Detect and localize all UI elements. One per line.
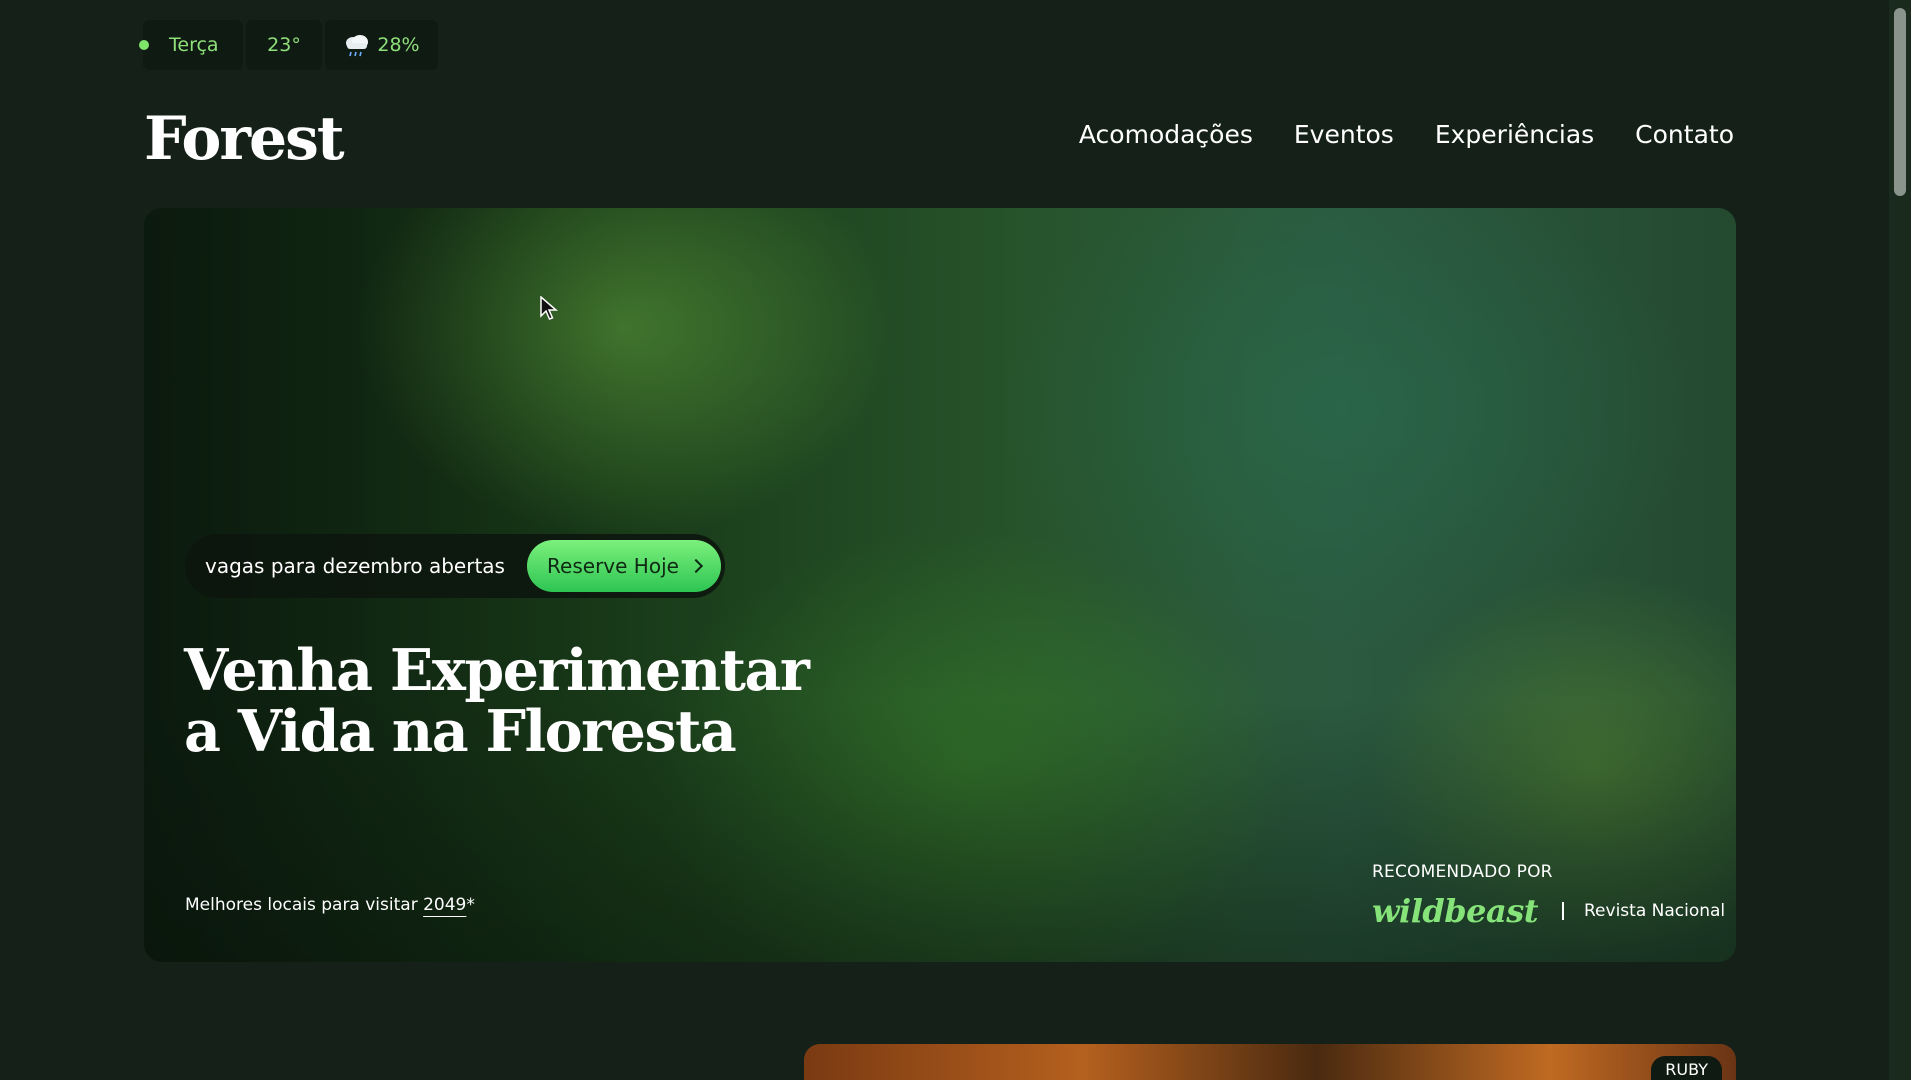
scrollbar[interactable] (1889, 0, 1911, 1080)
nav-item-contato[interactable]: Contato (1635, 120, 1734, 149)
ruby-card[interactable]: RUBY (804, 1044, 1736, 1080)
temperature-label: 23° (267, 34, 301, 56)
best-places-year-link[interactable]: 2049 (423, 895, 466, 915)
recommended-brands: wildbeast Revista Nacional (1372, 892, 1725, 930)
rain-chance-label: 28% (377, 34, 420, 56)
chevron-right-icon (688, 558, 704, 574)
nav-item-acomodacoes[interactable]: Acomodações (1079, 120, 1253, 149)
reserve-button-label: Reserve Hoje (547, 554, 679, 578)
weather-widget: Terça 23° 28% (139, 20, 441, 70)
best-places-suffix: * (466, 895, 475, 915)
best-places-text: Melhores locais para visitar (185, 895, 418, 915)
weather-rain: 28% (325, 20, 438, 70)
main-nav: Acomodações Eventos Experiências Contato (1079, 120, 1734, 149)
wildbeast-logo: wildbeast (1372, 892, 1539, 930)
nav-item-eventos[interactable]: Eventos (1294, 120, 1394, 149)
hero-title-line1: Venha Experimentar (184, 637, 810, 704)
reserve-button[interactable]: Reserve Hoje (527, 540, 721, 592)
site-logo[interactable]: Forest (144, 104, 345, 174)
revista-nacional-label: Revista Nacional (1584, 901, 1726, 921)
promo-pill: vagas para dezembro abertas Reserve Hoje (185, 534, 725, 598)
recommended-label: RECOMENDADO POR (1372, 862, 1553, 882)
nav-item-experiencias[interactable]: Experiências (1435, 120, 1594, 149)
hero-title-line2: a Vida na Floresta (184, 698, 737, 765)
recommended-by: RECOMENDADO POR wildbeast Revista Nacion… (1372, 862, 1725, 930)
weather-day: Terça (139, 20, 243, 70)
best-places-note: Melhores locais para visitar 2049* (185, 895, 475, 915)
scroll-thumb[interactable] (1894, 8, 1906, 196)
promo-text: vagas para dezembro abertas (205, 554, 505, 578)
weather-day-label: Terça (169, 34, 219, 56)
ruby-badge: RUBY (1651, 1056, 1722, 1080)
brand-divider (1562, 902, 1564, 920)
hero-banner: vagas para dezembro abertas Reserve Hoje… (144, 208, 1736, 962)
rain-cloud-icon (343, 34, 371, 57)
weather-temperature: 23° (246, 20, 322, 70)
hero-content: vagas para dezembro abertas Reserve Hoje… (144, 208, 1736, 962)
status-dot (139, 40, 149, 50)
hero-title: Venha Experimentar a Vida na Floresta (184, 640, 824, 762)
